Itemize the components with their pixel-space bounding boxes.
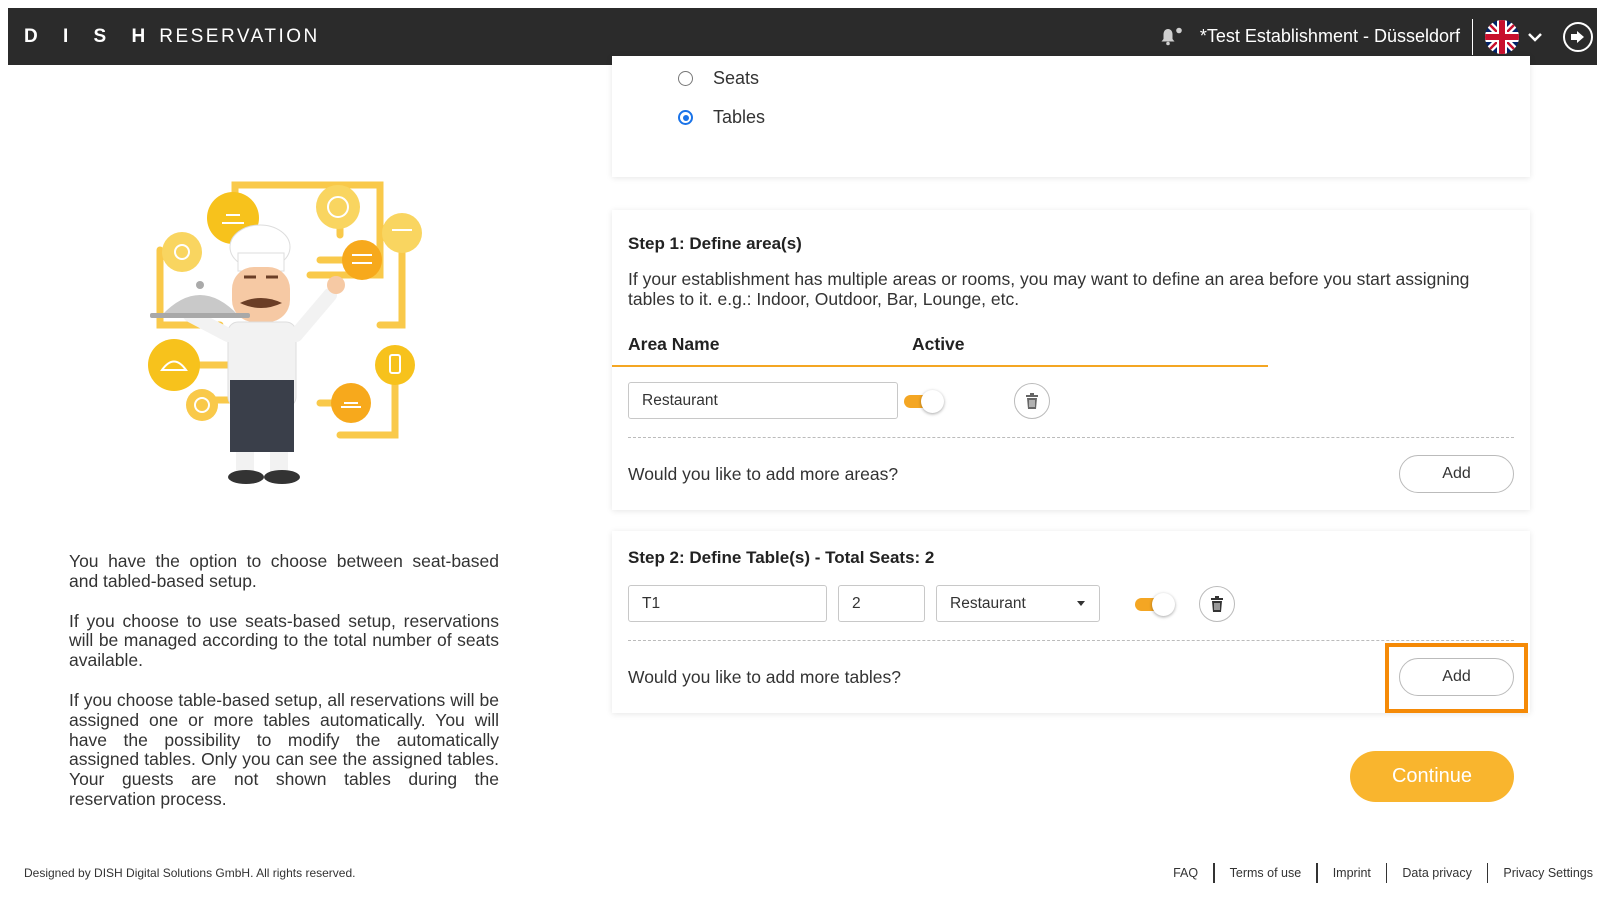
step1-card: Step 1: Define area(s) If your establish… [612,210,1530,510]
uk-flag-icon[interactable] [1485,19,1519,54]
add-tables-question: Would you like to add more tables? [628,667,902,687]
add-areas-question: Would you like to add more areas? [628,464,899,484]
table-area-value: Restaurant [950,594,1026,612]
footer-link-privacy-settings[interactable]: Privacy Settings [1488,866,1597,880]
column-area-name: Area Name [628,334,720,354]
explanation-paragraph-2: If you choose to use seats-based setup, … [69,610,499,671]
left-strip [0,0,8,908]
logo-dish: D I S H [24,25,156,47]
step2-title: Step 2: Define Table(s) - Total Seats: 2 [628,548,935,567]
setup-type-card: Seats Tables [612,56,1530,177]
step1-description: If your establishment has multiple areas… [628,269,1470,309]
add-table-highlight [1385,643,1528,713]
radio-option-tables[interactable]: Tables [678,107,765,128]
footer-link-imprint[interactable]: Imprint [1318,866,1386,880]
explanation-paragraph-3: If you choose table-based setup, all res… [69,689,499,809]
logo-reservation: RESERVATION [159,25,320,47]
table-area-select[interactable]: Restaurant [936,585,1100,622]
area-active-toggle[interactable] [902,389,946,413]
radio-seats-label: Seats [713,68,760,88]
toggle-knob [1152,593,1175,616]
delete-area-button[interactable] [1014,383,1050,419]
table-name-input[interactable]: T1 [628,585,827,622]
establishment-name[interactable]: *Test Establishment - Düsseldorf [1200,26,1460,47]
trash-icon [1211,596,1223,612]
footer-copyright: Designed by DISH Digital Solutions GmbH.… [24,866,356,880]
continue-button[interactable]: Continue [1350,751,1514,802]
select-caret-icon [1077,601,1085,606]
divider [628,437,1514,438]
radio-tables-label: Tables [713,107,766,127]
toggle-knob [921,390,944,413]
header-divider [1472,18,1473,55]
chef-illustration [140,175,430,490]
setup-explanation: You have the option to choose between se… [69,551,499,830]
divider [628,640,1514,641]
column-active: Active [912,334,965,354]
header-underline [612,365,1268,367]
trash-icon [1026,393,1038,409]
radio-tables[interactable] [678,110,693,125]
app-logo[interactable]: D I S H RESERVATION [24,26,320,48]
add-area-button[interactable]: Add [1399,455,1514,493]
radio-option-seats[interactable]: Seats [678,68,759,89]
footer-links: FAQ Terms of use Imprint Data privacy Pr… [1158,860,1597,886]
table-active-toggle[interactable] [1133,592,1177,616]
footer-link-terms[interactable]: Terms of use [1215,866,1317,880]
footer-link-faq[interactable]: FAQ [1158,866,1213,880]
delete-table-button[interactable] [1199,586,1235,622]
chevron-down-icon[interactable] [1525,27,1545,47]
area-name-input[interactable]: Restaurant [628,382,898,419]
radio-seats[interactable] [678,71,693,86]
table-seats-input[interactable]: 2 [838,585,925,622]
notification-bell-icon[interactable] [1158,24,1184,50]
explanation-paragraph-1: You have the option to choose between se… [69,551,499,591]
step1-title: Step 1: Define area(s) [628,234,802,253]
top-strip [0,0,1597,8]
footer-link-data-privacy[interactable]: Data privacy [1387,866,1486,880]
logout-icon[interactable] [1563,21,1593,52]
